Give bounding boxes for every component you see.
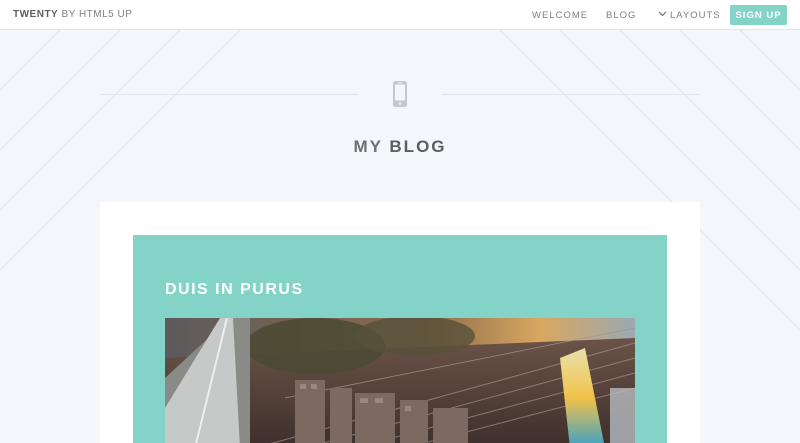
post-title[interactable]: DUIS IN PURUS [165,281,304,299]
page-title-part1: MY [353,137,383,156]
divider-right [442,94,700,95]
sign-up-button[interactable]: SIGN UP [730,5,787,25]
top-navbar: TWENTY BY HTML5 UP WELCOME BLOG LAYOUTS … [0,0,800,30]
post-image[interactable] [165,318,635,443]
chevron-down-icon [658,11,667,17]
page-title-part2: BLOG [389,137,447,156]
nav-welcome-link[interactable]: WELCOME [532,10,588,21]
mobile-phone-icon [393,81,407,107]
nav-blog-link[interactable]: BLOG [606,10,636,21]
divider-left [100,94,358,95]
nav-layouts-dropdown[interactable]: LAYOUTS [658,10,721,21]
main-nav: WELCOME BLOG LAYOUTS SIGN UP [0,0,800,30]
page-title: MY BLOG [0,137,800,157]
nav-layouts-label: LAYOUTS [670,10,721,21]
railway-photo [165,318,635,443]
